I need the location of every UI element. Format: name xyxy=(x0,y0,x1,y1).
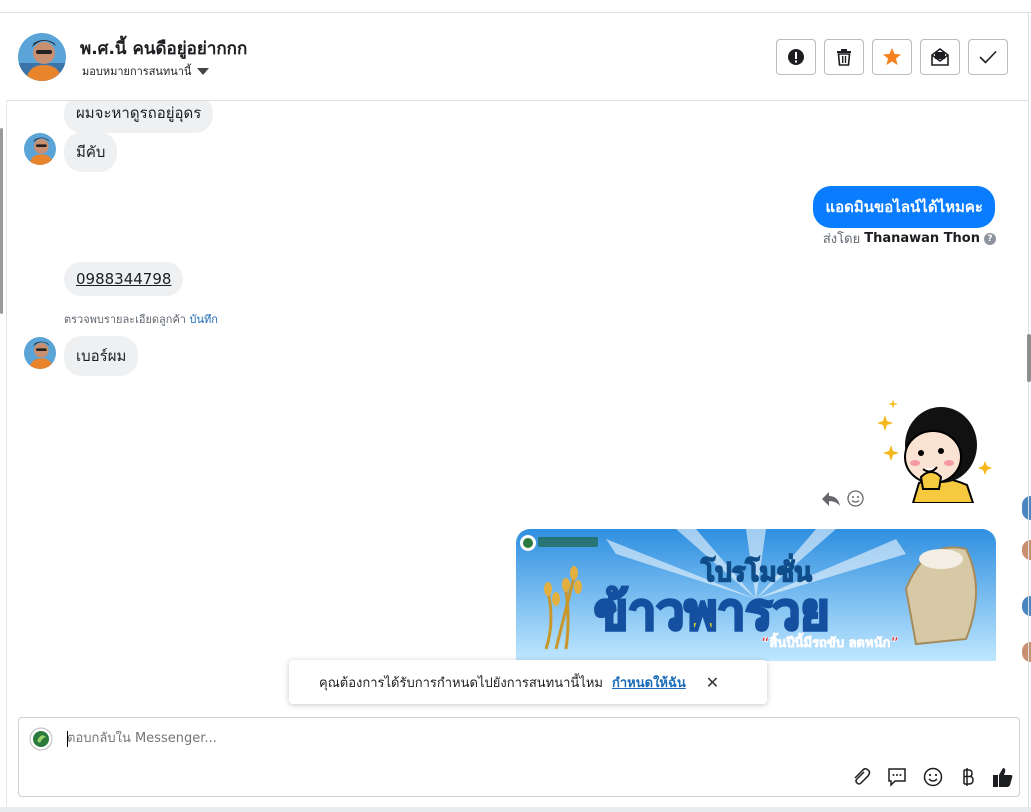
outgoing-message[interactable]: แอดมินขอไลน์ได้ไหมคะ xyxy=(813,186,995,228)
star-icon xyxy=(883,48,901,65)
right-scrollbar[interactable] xyxy=(1027,334,1031,382)
baht-payment-icon[interactable] xyxy=(957,766,979,788)
messenger-conversation-window: พ.ศ.นี้ คนดือยู่อย่ากกก มอบหมายการสนทนาน… xyxy=(0,0,1031,812)
assign-prompt-toast: คุณต้องการได้รับการกำหนดไปยังการสนทนานี้… xyxy=(289,660,767,704)
save-detail-link[interactable]: บันทึก xyxy=(189,313,217,326)
sender-name[interactable]: Thanawan Thon xyxy=(864,231,980,246)
bottom-strip xyxy=(0,807,1031,812)
incoming-message[interactable]: มีคับ xyxy=(64,132,118,172)
alert-icon xyxy=(788,49,804,65)
side-avatar[interactable] xyxy=(1022,540,1031,560)
page-avatar xyxy=(28,726,54,752)
contact-avatar-small xyxy=(24,133,56,165)
girl-sticker[interactable] xyxy=(875,393,995,503)
contact-avatar-small xyxy=(24,337,56,369)
thumbs-up-icon[interactable] xyxy=(992,766,1014,788)
assign-conversation-dropdown[interactable]: มอบหมายการสนทนานี้ xyxy=(82,62,210,80)
message-actions xyxy=(821,490,864,507)
sent-by-label: ส่งโดย Thanawan Thon ? xyxy=(823,228,996,249)
close-icon[interactable]: ✕ xyxy=(706,673,719,692)
reply-icon[interactable] xyxy=(821,491,841,507)
star-button[interactable] xyxy=(872,39,912,75)
paperclip-icon[interactable] xyxy=(850,766,872,788)
contact-name[interactable]: พ.ศ.นี้ คนดือยู่อย่ากกก xyxy=(80,35,247,62)
side-avatar[interactable] xyxy=(1022,596,1031,616)
phone-number-message[interactable]: 0988344798 xyxy=(64,262,184,296)
help-icon[interactable]: ? xyxy=(984,232,996,245)
reply-composer xyxy=(18,717,1020,797)
mark-spam-button[interactable] xyxy=(776,39,816,75)
conversation-header: พ.ศ.นี้ คนดือยู่อย่ากกก มอบหมายการสนทนาน… xyxy=(7,13,1028,101)
emoji-icon[interactable] xyxy=(922,766,944,788)
customer-detail-notice: ตรวจพบรายละเอียดลูกค้า บันทึก xyxy=(64,310,218,328)
trash-icon xyxy=(837,49,851,66)
reply-input[interactable] xyxy=(67,731,767,746)
left-scrollbar[interactable] xyxy=(0,128,3,314)
text-caret xyxy=(67,731,68,747)
message-thread[interactable]: ผมจะหาดูรถอยู่อุดร มีคับ แอดมินขอไลน์ได้… xyxy=(7,101,1028,711)
assign-label: มอบหมายการสนทนานี้ xyxy=(82,65,192,78)
incoming-message[interactable]: ผมจะหาดูรถอยู่อุดร xyxy=(64,101,214,133)
incoming-message[interactable]: เบอร์ผม xyxy=(64,336,139,376)
contact-avatar[interactable] xyxy=(18,33,66,81)
promo-image[interactable]: โปรโมชั่น ข้าวพารวย “สิ้นปีนี้มีรถขับ ลด… xyxy=(516,529,996,661)
side-avatar[interactable] xyxy=(1022,642,1031,662)
emoji-react-icon[interactable] xyxy=(847,490,864,507)
sent-by-prefix: ส่งโดย xyxy=(822,232,861,247)
delete-button[interactable] xyxy=(824,39,864,75)
right-divider xyxy=(1028,12,1029,812)
assign-prompt-text: คุณต้องการได้รับการกำหนดไปยังการสนทนานี้… xyxy=(319,675,603,691)
saved-replies-icon[interactable] xyxy=(886,766,908,788)
mark-done-button[interactable] xyxy=(968,39,1008,75)
envelope-open-icon xyxy=(931,48,949,66)
detail-text: ตรวจพบรายละเอียดลูกค้า xyxy=(64,313,186,326)
mark-unread-button[interactable] xyxy=(920,39,960,75)
promo-line2: ข้าวพารวย xyxy=(594,583,830,641)
side-avatar[interactable] xyxy=(1022,496,1031,520)
check-icon xyxy=(979,50,997,64)
assign-to-me-link[interactable]: กำหนดให้ฉัน xyxy=(612,672,686,693)
caret-down-icon xyxy=(197,67,210,75)
